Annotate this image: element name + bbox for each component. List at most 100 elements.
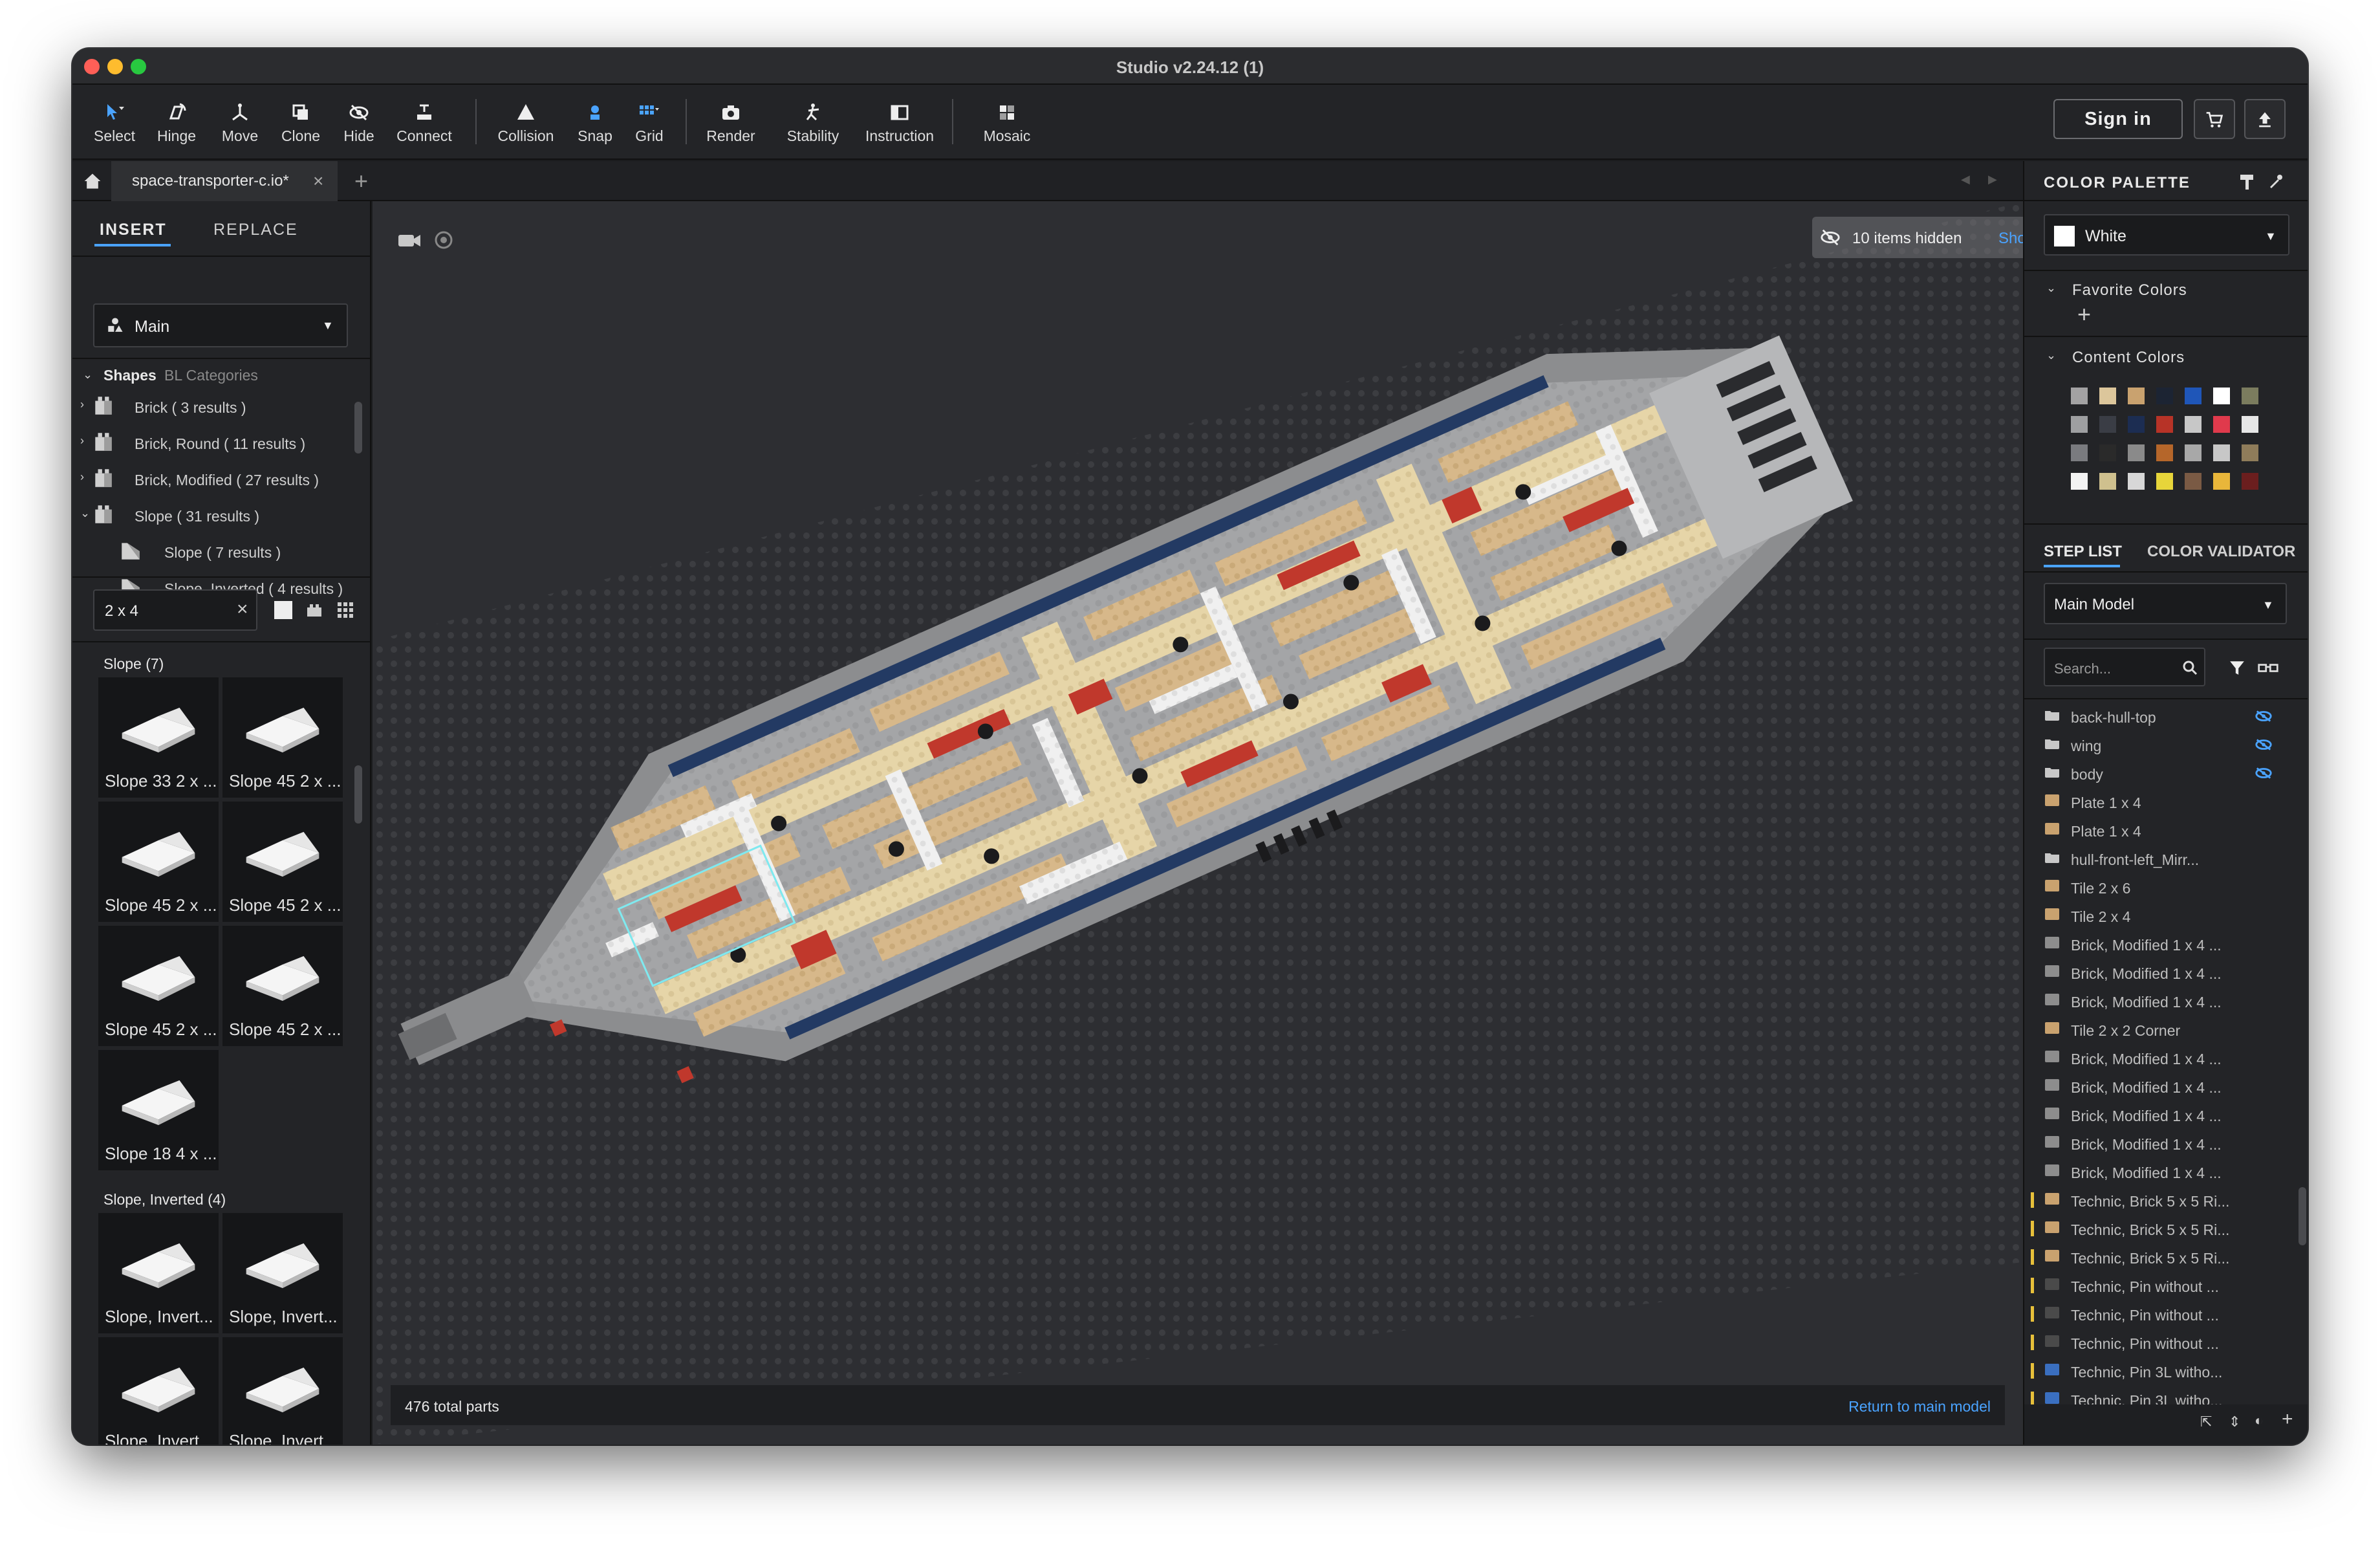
step-item[interactable]: Tile 2 x 2 Corner <box>2045 1016 2297 1045</box>
tool-hinge[interactable]: Hinge <box>149 85 204 160</box>
color-swatch[interactable] <box>2128 444 2145 461</box>
color-swatch[interactable] <box>2185 416 2202 433</box>
upload-button[interactable] <box>2244 99 2286 139</box>
cart-button[interactable] <box>2194 99 2235 139</box>
tool-stability[interactable]: Stability <box>777 85 849 160</box>
part-tile[interactable]: Slope 18 4 x ... <box>98 1050 219 1170</box>
tool-hide[interactable]: Hide <box>331 85 387 160</box>
color-select[interactable]: White ▼ <box>2044 214 2289 256</box>
color-swatch[interactable] <box>2185 473 2202 490</box>
camera-icon[interactable] <box>397 230 423 250</box>
file-tab[interactable]: space-transporter-c.io* × <box>111 161 338 201</box>
part-tile[interactable]: Slope 45 2 x ... <box>222 926 343 1046</box>
tool-collision[interactable]: Collision <box>490 85 561 160</box>
color-swatch[interactable] <box>2128 388 2145 404</box>
step-item[interactable]: Technic, Pin without ... <box>2031 1329 2297 1358</box>
home-icon[interactable] <box>83 171 102 191</box>
filter-icon[interactable] <box>2229 659 2245 676</box>
step-item[interactable]: Brick, Modified 1 x 4 ... <box>2045 1102 2297 1130</box>
step-item[interactable]: Tile 2 x 4 <box>2045 902 2297 931</box>
color-swatch[interactable] <box>2156 473 2173 490</box>
category-item[interactable]: Brick, Round ( 11 results ) <box>135 435 305 453</box>
step-item[interactable]: Brick, Modified 1 x 4 ... <box>2045 1159 2297 1187</box>
chevron-down-icon[interactable]: ⌄ <box>2046 281 2056 295</box>
tool-instruction[interactable]: Instruction <box>856 85 943 160</box>
color-swatch[interactable] <box>2099 416 2116 433</box>
tab-step-list[interactable]: STEP LIST <box>2044 543 2122 561</box>
category-scrollbar[interactable] <box>354 402 362 454</box>
chevron-down-icon[interactable]: ⌄ <box>80 507 90 520</box>
tab-scroll-right-icon[interactable]: ▶ <box>1988 173 1997 186</box>
part-grid-scrollbar[interactable] <box>354 765 362 824</box>
content-colors-header[interactable]: Content Colors <box>2072 349 2185 367</box>
step-item[interactable]: Tile 2 x 6 <box>2045 874 2297 902</box>
eyedropper-icon[interactable] <box>2266 173 2284 191</box>
add-favorite-icon[interactable]: + <box>2077 301 2091 328</box>
color-swatch[interactable] <box>2156 416 2173 433</box>
shapes-toggle[interactable]: Shapes <box>103 367 157 384</box>
step-item[interactable]: wing <box>2045 732 2297 760</box>
color-swatch[interactable] <box>2185 388 2202 404</box>
visibility-icon[interactable]: ◐ <box>2255 1412 2263 1429</box>
hidden-eye-icon[interactable] <box>2255 710 2273 723</box>
part-tile[interactable]: Slope, Invert... <box>222 1213 343 1333</box>
category-item[interactable]: Slope ( 31 results ) <box>135 508 259 525</box>
return-main-model-link[interactable]: Return to main model <box>1848 1398 1991 1415</box>
step-list-scrollbar[interactable] <box>2299 1187 2306 1245</box>
tool-render[interactable]: Render <box>700 85 762 160</box>
part-search-input[interactable]: 2 x 4 × <box>93 589 257 631</box>
step-item[interactable]: body <box>2045 760 2297 789</box>
step-item[interactable]: Plate 1 x 4 <box>2045 789 2297 817</box>
color-swatch[interactable] <box>2156 444 2173 461</box>
step-item[interactable]: Brick, Modified 1 x 4 ... <box>2045 988 2297 1016</box>
view-brick-icon[interactable] <box>305 601 323 619</box>
color-swatch[interactable] <box>2242 473 2258 490</box>
hidden-eye-icon[interactable] <box>2255 738 2273 751</box>
hidden-eye-icon[interactable] <box>2255 767 2273 780</box>
tab-scroll-left-icon[interactable]: ◀ <box>1961 173 1970 186</box>
step-item[interactable]: Brick, Modified 1 x 4 ... <box>2045 959 2297 988</box>
clear-search-icon[interactable]: × <box>237 598 248 620</box>
step-item[interactable]: Technic, Brick 5 x 5 Ri... <box>2031 1216 2297 1244</box>
color-swatch[interactable] <box>2071 473 2088 490</box>
color-swatch[interactable] <box>2128 473 2145 490</box>
color-swatch[interactable] <box>2213 416 2230 433</box>
tool-select[interactable]: Select <box>87 85 142 160</box>
step-search-input[interactable]: Search... <box>2044 648 2205 686</box>
bl-categories-toggle[interactable]: BL Categories <box>164 367 258 384</box>
chevron-right-icon[interactable]: › <box>80 434 84 448</box>
step-item[interactable]: Plate 1 x 4 <box>2045 817 2297 846</box>
tool-connect[interactable]: Connect <box>392 85 457 160</box>
part-tile[interactable]: Slope 45 2 x ... <box>98 802 219 922</box>
show-all-link[interactable]: Show all <box>1998 230 2023 248</box>
step-item[interactable]: Technic, Pin without ... <box>2031 1273 2297 1301</box>
add-step-icon[interactable]: + <box>2282 1408 2293 1430</box>
category-item[interactable]: Slope ( 7 results ) <box>164 544 281 562</box>
color-swatch[interactable] <box>2213 473 2230 490</box>
3d-viewport[interactable]: 10 items hidden Show all 476 total parts… <box>373 201 2023 1445</box>
color-swatch[interactable] <box>2071 416 2088 433</box>
part-tile[interactable]: Slope, Invert... <box>98 1213 219 1333</box>
color-swatch[interactable] <box>2213 388 2230 404</box>
step-item[interactable]: Brick, Modified 1 x 4 ... <box>2045 1130 2297 1159</box>
chevron-right-icon[interactable]: › <box>80 398 84 411</box>
orbit-target-icon[interactable] <box>433 230 454 250</box>
chevron-down-icon[interactable]: ⌄ <box>2046 349 2056 362</box>
close-tab-icon[interactable]: × <box>313 161 323 201</box>
color-swatch[interactable] <box>2099 473 2116 490</box>
step-item[interactable]: Brick, Modified 1 x 4 ... <box>2045 931 2297 959</box>
color-swatch[interactable] <box>2242 388 2258 404</box>
step-item[interactable]: Brick, Modified 1 x 4 ... <box>2045 1045 2297 1073</box>
expand-all-icon[interactable]: ⇕ <box>2229 1414 2240 1430</box>
step-item[interactable]: Technic, Brick 5 x 5 Ri... <box>2031 1187 2297 1216</box>
tool-mosaic[interactable]: Mosaic <box>971 85 1043 160</box>
part-tile[interactable]: Slope 33 2 x ... <box>98 677 219 798</box>
collapse-all-icon[interactable]: ⇱ <box>2200 1414 2212 1430</box>
paint-bucket-icon[interactable] <box>2238 173 2256 191</box>
color-swatch[interactable] <box>2099 444 2116 461</box>
sign-in-button[interactable]: Sign in <box>2053 99 2183 139</box>
glasses-icon[interactable] <box>2257 661 2279 675</box>
color-swatch[interactable] <box>2213 444 2230 461</box>
color-swatch[interactable] <box>2071 388 2088 404</box>
favorite-colors-header[interactable]: Favorite Colors <box>2072 281 2187 300</box>
